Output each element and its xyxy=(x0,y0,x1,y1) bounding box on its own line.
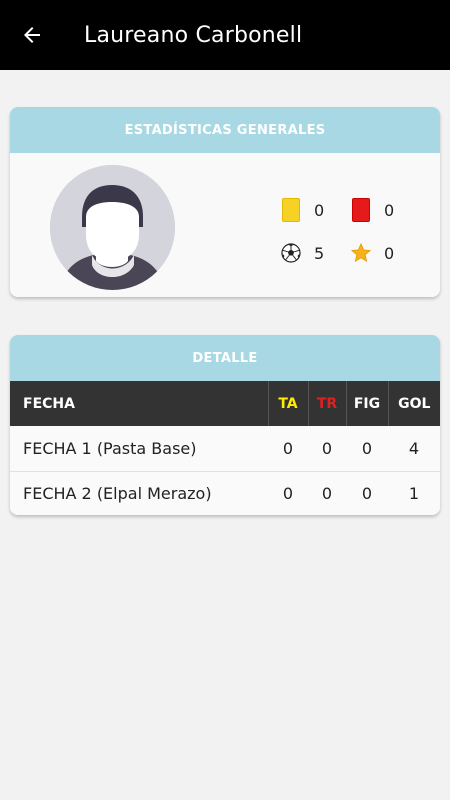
user-avatar-icon xyxy=(50,165,175,290)
column-header-gol: GOL xyxy=(387,381,440,426)
goals-stat: 5 xyxy=(280,240,324,266)
yellow-cards-count: 0 xyxy=(314,200,325,220)
soccer-ball-icon xyxy=(280,240,302,266)
yellow-cards-stat: 0 xyxy=(280,197,324,223)
row-gol: 1 xyxy=(408,484,420,504)
row-fecha: FECHA 2 (Elpal Merazo) xyxy=(23,484,212,504)
table-header-row: FECHA TA TR FIG GOL xyxy=(10,381,440,426)
row-fecha: FECHA 1 (Pasta Base) xyxy=(23,438,197,458)
table-row[interactable]: FECHA 2 (Elpal Merazo) 0 0 0 1 xyxy=(10,471,440,515)
figure-count: 0 xyxy=(384,243,395,263)
general-stats-body: 0 0 5 0 xyxy=(10,153,440,297)
detail-card: DETALLE FECHA TA TR FIG GOL FECHA 1 (Pas… xyxy=(10,335,440,515)
row-fig: 0 xyxy=(361,484,373,504)
arrow-left-icon xyxy=(24,27,40,43)
figure-stat: 0 xyxy=(350,240,394,266)
detail-table: FECHA TA TR FIG GOL FECHA 1 (Pasta Base)… xyxy=(10,381,440,515)
table-row[interactable]: FECHA 1 (Pasta Base) 0 0 0 4 xyxy=(10,426,440,471)
star-icon xyxy=(350,240,372,266)
red-cards-stat: 0 xyxy=(350,197,394,223)
row-gol: 4 xyxy=(408,438,420,458)
yellow-card-icon xyxy=(280,197,302,223)
column-header-tr: TR xyxy=(307,381,346,426)
row-tr: 0 xyxy=(321,438,333,458)
row-tr: 0 xyxy=(321,484,333,504)
app-bar: Laureano Carbonell xyxy=(0,0,450,70)
column-header-ta: TA xyxy=(267,381,308,426)
goals-count: 5 xyxy=(314,243,325,263)
row-fig: 0 xyxy=(361,438,373,458)
general-stats-heading: ESTADÍSTICAS GENERALES xyxy=(10,107,440,153)
general-stats-card: ESTADÍSTICAS GENERALES 0 0 5 0 xyxy=(10,107,440,297)
red-card-icon xyxy=(350,197,372,223)
back-button[interactable] xyxy=(2,0,62,70)
row-ta: 0 xyxy=(282,438,294,458)
detail-heading: DETALLE xyxy=(10,335,440,381)
page-title: Laureano Carbonell xyxy=(84,22,303,48)
column-header-fecha: FECHA xyxy=(23,395,75,412)
red-cards-count: 0 xyxy=(384,200,395,220)
row-ta: 0 xyxy=(282,484,294,504)
column-header-fig: FIG xyxy=(345,381,388,426)
